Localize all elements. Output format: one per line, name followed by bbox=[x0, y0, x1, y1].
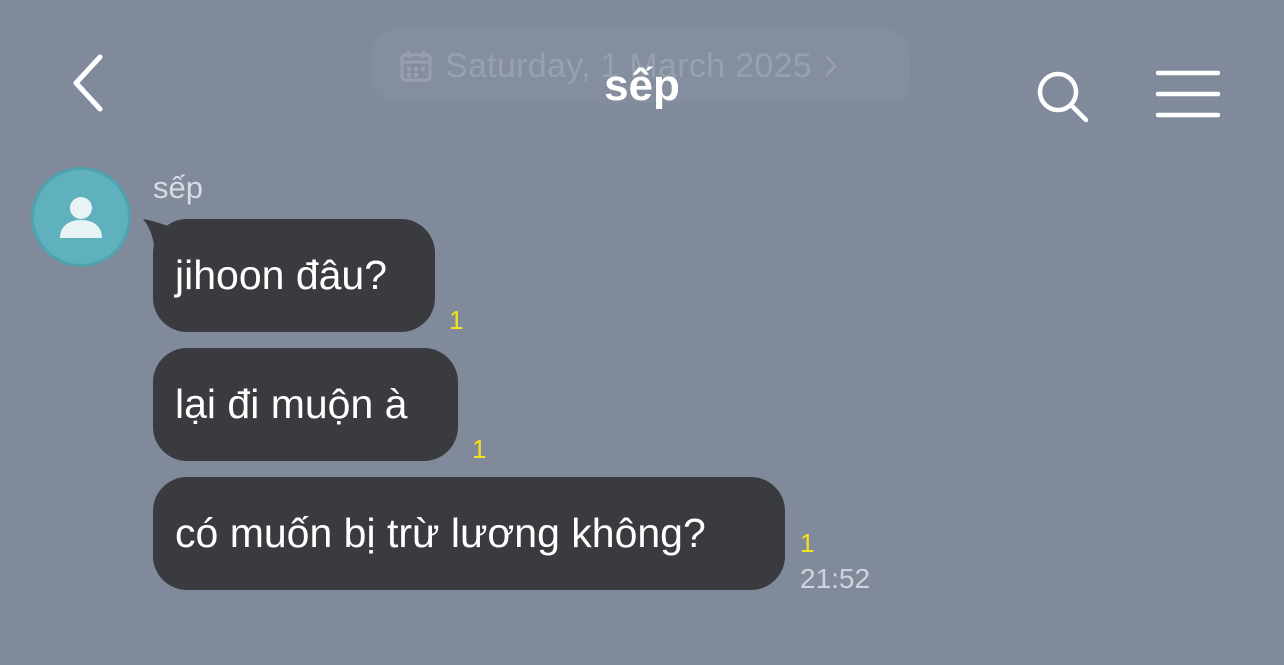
message-text: lại đi muộn à bbox=[175, 381, 408, 427]
message-bubble[interactable]: lại đi muộn à bbox=[153, 348, 458, 461]
hamburger-menu-icon bbox=[1155, 70, 1221, 118]
message-timestamp: 21:52 bbox=[800, 563, 871, 594]
back-button[interactable] bbox=[60, 50, 116, 116]
unread-count: 1 bbox=[449, 305, 464, 335]
search-icon bbox=[1037, 71, 1089, 123]
avatar[interactable] bbox=[31, 167, 131, 267]
chevron-left-icon bbox=[73, 54, 103, 112]
message-bubble[interactable]: jihoon đâu? bbox=[153, 219, 435, 332]
message-text: jihoon đâu? bbox=[175, 252, 388, 298]
person-icon bbox=[60, 197, 102, 238]
unread-count: 1 bbox=[472, 434, 487, 464]
message-text: có muốn bị trừ lương không? bbox=[175, 510, 706, 556]
search-button[interactable] bbox=[1030, 64, 1096, 130]
calendar-icon bbox=[400, 51, 432, 82]
sender-name: sếp bbox=[153, 170, 203, 205]
chat-title: sếp bbox=[604, 61, 680, 110]
message-bubble[interactable]: có muốn bị trừ lương không? bbox=[153, 477, 785, 590]
menu-button[interactable] bbox=[1152, 66, 1224, 122]
unread-count: 1 bbox=[800, 528, 815, 558]
chevron-right-icon bbox=[825, 55, 837, 77]
